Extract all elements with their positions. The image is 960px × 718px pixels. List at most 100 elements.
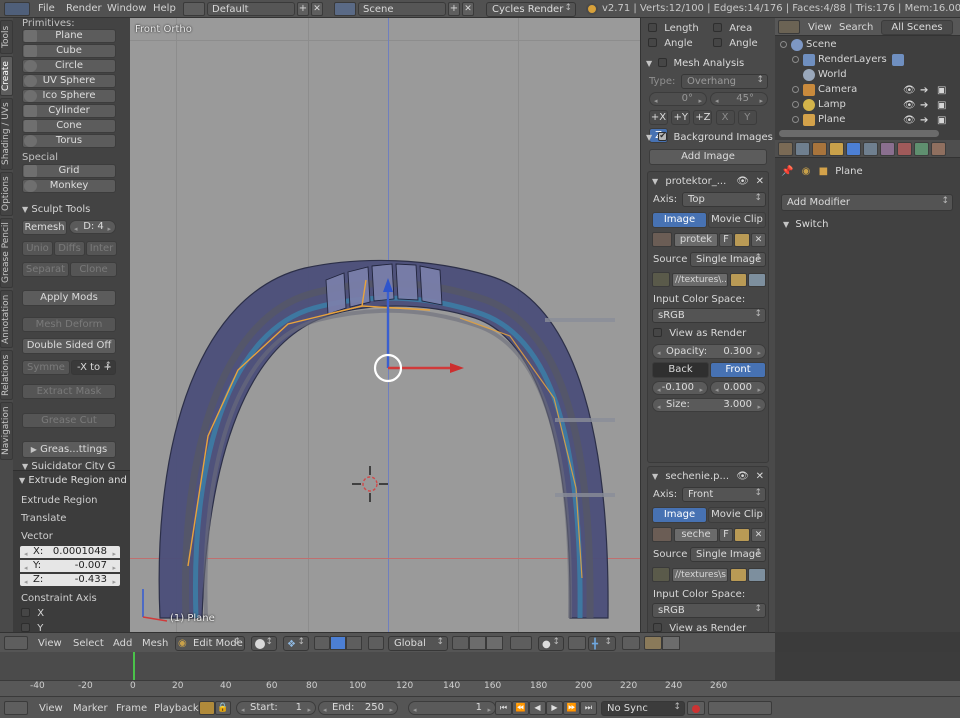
vector-z-field[interactable]: Z: -0.433: [19, 573, 121, 588]
bg1-datablock-name[interactable]: protek: [674, 233, 718, 247]
sidebar-tab-grease-pencil[interactable]: Grease Pencil: [0, 218, 13, 288]
expand-toggle-icon[interactable]: [792, 101, 799, 108]
scene-icon[interactable]: [334, 2, 356, 16]
add-layout-button[interactable]: +: [297, 2, 309, 16]
bg1-source-movieclip-toggle[interactable]: Movie Clip: [708, 212, 766, 228]
menu-render[interactable]: Render: [66, 3, 102, 14]
sidebar-tab-relations[interactable]: Relations: [0, 350, 13, 400]
tab-world[interactable]: [812, 142, 827, 156]
mesh-deform-button[interactable]: Mesh Deform: [22, 317, 116, 332]
vp-menu-mesh[interactable]: Mesh: [142, 638, 168, 649]
snap-magnet-select[interactable]: ●: [538, 636, 564, 651]
axis-y-button[interactable]: Y: [737, 110, 757, 125]
grease-settings-button[interactable]: ▶ Greas...ttings: [22, 441, 116, 458]
play-button[interactable]: ▶: [546, 701, 563, 715]
bg2-source-movieclip-toggle[interactable]: Movie Clip: [708, 507, 766, 523]
bg1-opacity-slider[interactable]: Opacity: 0.300: [652, 344, 766, 360]
primitive-plane-button[interactable]: Plane: [22, 29, 116, 43]
checkbox-icon[interactable]: [653, 623, 662, 632]
tab-constraints[interactable]: [897, 142, 912, 156]
timeline-strip[interactable]: [0, 652, 775, 680]
new-image-icon[interactable]: [734, 233, 750, 247]
eye-icon[interactable]: 👁: [903, 100, 916, 111]
checkbox-icon[interactable]: [658, 58, 668, 67]
lock-icon[interactable]: 🔒: [215, 701, 231, 715]
editor-type-icon[interactable]: [778, 20, 800, 34]
current-frame-field[interactable]: 1: [408, 701, 496, 716]
sidebar-tab-tools[interactable]: Tools: [0, 20, 13, 54]
vector-x-field[interactable]: X: 0.0001048: [19, 545, 121, 560]
tab-object[interactable]: [829, 142, 844, 156]
special-grid-button[interactable]: Grid: [22, 164, 116, 178]
bg2-axis-select[interactable]: Front: [682, 487, 766, 502]
checkbox-icon[interactable]: [21, 608, 30, 617]
boolean-difference-button[interactable]: Diffs: [54, 241, 85, 256]
outliner-menu-search[interactable]: Search: [839, 22, 873, 33]
tab-data[interactable]: [914, 142, 929, 156]
bg1-colorspace-select[interactable]: sRGB: [652, 308, 766, 323]
bg1-depth-back-toggle[interactable]: Back: [652, 362, 709, 378]
constraint-axis-x-row[interactable]: X: [21, 608, 44, 619]
manipulator-rotate-icon[interactable]: [486, 636, 503, 650]
tab-modifiers[interactable]: [846, 142, 861, 156]
tab-render[interactable]: [778, 142, 793, 156]
viewport-shading-select[interactable]: [251, 636, 277, 651]
manipulator-translate-icon[interactable]: [469, 636, 486, 650]
edge-info-length-row[interactable]: Length: [648, 23, 699, 34]
bg1-axis-select[interactable]: Top: [682, 192, 766, 207]
delete-scene-button[interactable]: ✕: [462, 2, 474, 16]
special-monkey-button[interactable]: Monkey: [22, 179, 116, 193]
axis-plus-z-button[interactable]: +Z: [693, 110, 713, 125]
close-icon[interactable]: ✕: [756, 471, 764, 482]
tl-menu-frame[interactable]: Frame: [116, 703, 147, 714]
snap-target-select[interactable]: ╋: [588, 636, 616, 651]
bg1-source-image-toggle[interactable]: Image: [652, 212, 707, 228]
menu-help[interactable]: Help: [153, 3, 176, 14]
3d-viewport[interactable]: Front Ortho (1) Plane: [130, 18, 640, 632]
previous-keyframe-button[interactable]: ⏪: [512, 701, 529, 715]
timeline-ruler[interactable]: -40 -20 0 20 40 60 80 100 120 140 160 18…: [0, 680, 960, 696]
tl-menu-view[interactable]: View: [39, 703, 63, 714]
symmetrize-button[interactable]: Symme: [22, 360, 70, 375]
primitive-ico-sphere-button[interactable]: Ico Sphere: [22, 89, 116, 103]
new-image-icon[interactable]: [734, 528, 750, 542]
outliner-horizontal-scrollbar[interactable]: [779, 130, 939, 137]
bg2-source-image-toggle[interactable]: Image: [652, 507, 707, 523]
outliner-row-lamp[interactable]: Lamp 👁 ➔ ▣: [775, 98, 960, 113]
menu-file[interactable]: File: [38, 3, 55, 14]
transform-manipulator[interactable]: [350, 258, 470, 398]
occlude-geometry-icon[interactable]: [622, 636, 640, 650]
bg2-datablock-name[interactable]: seche: [674, 528, 718, 542]
scene-field[interactable]: Scene: [358, 2, 446, 16]
cursor-select-icon[interactable]: ➔: [920, 100, 931, 111]
primitive-torus-button[interactable]: Torus: [22, 134, 116, 148]
symmetrize-axis-select[interactable]: -X to +: [71, 360, 116, 375]
unlink-icon[interactable]: ✕: [751, 528, 766, 542]
checkbox-icon[interactable]: [713, 23, 722, 32]
outliner-row-world[interactable]: World: [775, 68, 960, 83]
vector-y-field[interactable]: Y: -0.007: [19, 559, 121, 574]
checkbox-icon[interactable]: [648, 23, 657, 32]
mesh-analysis-type-select[interactable]: Overhang: [681, 74, 768, 89]
outliner-menu-view[interactable]: View: [808, 22, 832, 33]
menu-window[interactable]: Window: [107, 3, 146, 14]
primitive-cone-button[interactable]: Cone: [22, 119, 116, 133]
end-frame-field[interactable]: End: 250: [318, 701, 398, 716]
tab-particles[interactable]: [863, 142, 878, 156]
add-image-button[interactable]: Add Image: [649, 149, 767, 165]
interaction-mode-select[interactable]: ◉ Edit Mode: [175, 636, 245, 651]
mesh-select-mode-face[interactable]: [346, 636, 362, 650]
add-modifier-button[interactable]: Add Modifier: [781, 194, 953, 211]
bg2-source-select[interactable]: Single Image: [690, 547, 766, 562]
reload-icon[interactable]: [748, 273, 766, 287]
reload-icon[interactable]: [748, 568, 766, 582]
vp-menu-add[interactable]: Add: [113, 638, 132, 649]
bg1-fake-user-button[interactable]: F: [719, 233, 733, 247]
cursor-select-icon[interactable]: ➔: [920, 115, 931, 126]
checkbox-icon[interactable]: [658, 132, 668, 141]
mesh-select-mode-edge[interactable]: [330, 636, 346, 650]
renderlayer-data-icon[interactable]: [892, 54, 904, 66]
sidebar-tab-shading-uvs[interactable]: Shading / UVs: [0, 98, 13, 170]
cursor-select-icon[interactable]: ➔: [920, 85, 931, 96]
add-scene-button[interactable]: +: [448, 2, 460, 16]
